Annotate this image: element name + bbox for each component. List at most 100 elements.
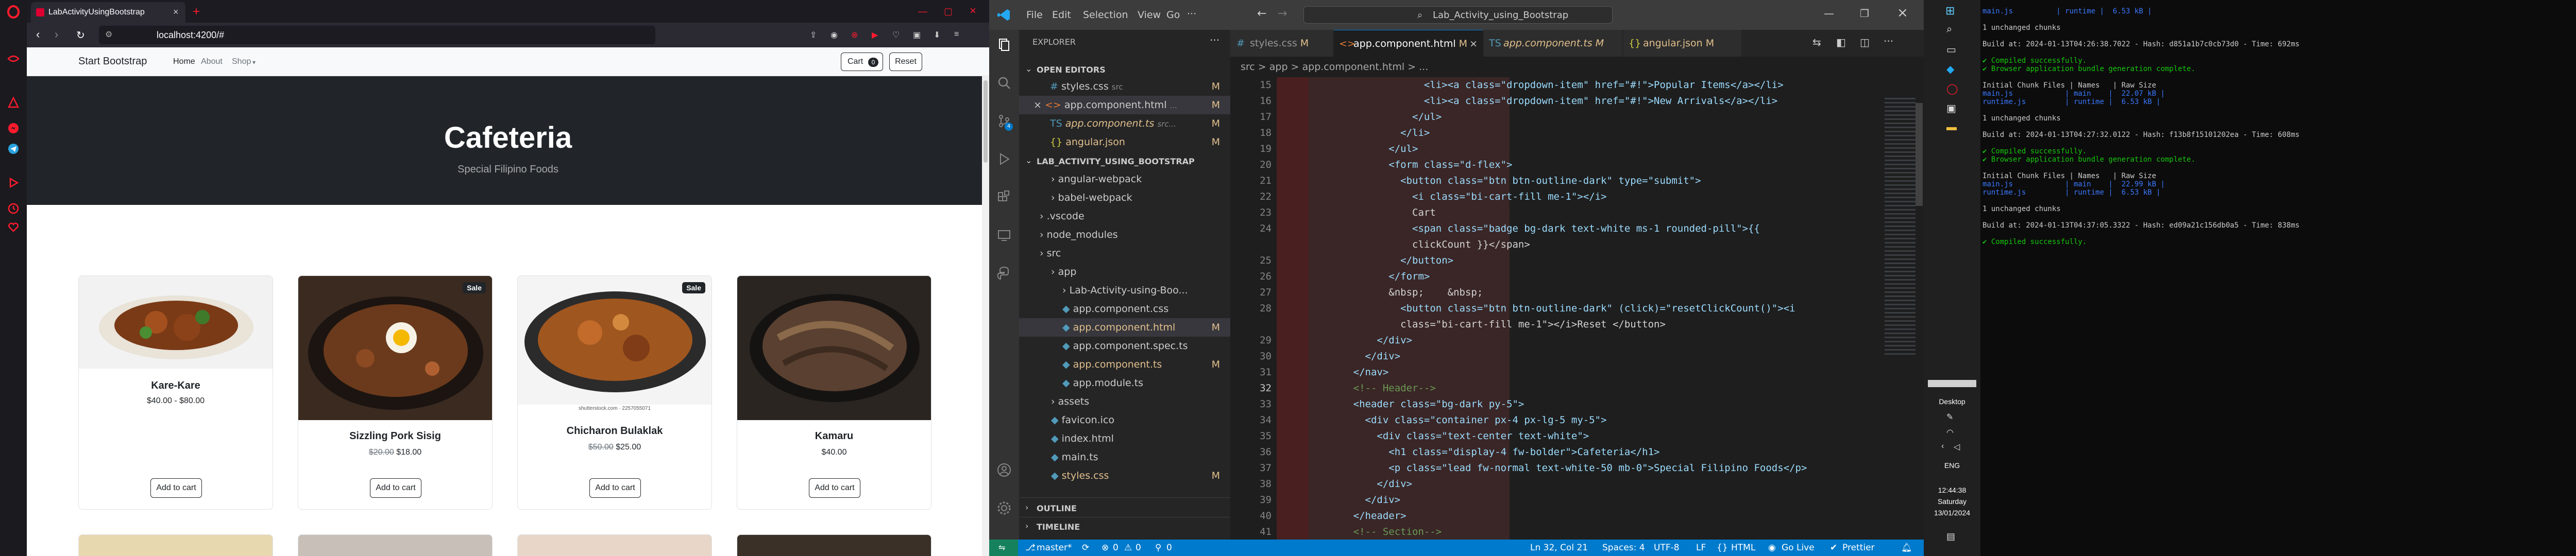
wifi-icon[interactable]: ◠ [1946,427,1954,438]
scrollbar-thumb[interactable] [984,80,988,163]
tab-app-component-ts[interactable]: TS app.component.ts M [1484,30,1623,57]
python-icon[interactable] [996,266,1012,281]
snapshot-icon[interactable]: ◉ [831,30,838,40]
outline-chevron-icon[interactable]: › [1025,502,1028,512]
warning-count[interactable]: 0 [1136,540,1141,556]
prettier[interactable]: Prettier [1842,540,1875,556]
open-editor-item[interactable]: # styles.css src M [1019,77,1230,96]
page-scrollbar[interactable] [982,76,989,556]
minimize-icon[interactable]: — [918,6,927,17]
forward-icon[interactable]: › [55,28,58,41]
tree-item[interactable]: › .vscode [1019,207,1230,225]
nav-forward-icon[interactable]: → [1278,7,1287,20]
tree-item[interactable]: ◆ main.ts [1019,448,1230,466]
notification-center-icon[interactable]: ▤ [1946,531,1955,542]
site-info-icon[interactable]: ⚙ [105,29,112,40]
history-icon[interactable] [7,202,20,215]
close-tab-icon[interactable]: × [1469,30,1478,57]
editor-more-icon[interactable]: ··· [1884,35,1893,47]
pen-icon[interactable]: ✎ [1946,412,1953,422]
run-debug-icon[interactable] [996,151,1012,167]
add-to-cart-button[interactable]: Add to cart [589,478,641,498]
tree-item[interactable]: › angular-webpack [1019,170,1230,188]
error-count[interactable]: 0 [1113,540,1118,556]
search-taskbar-icon[interactable]: ⌕ [1946,24,1952,36]
tree-item[interactable]: ◆ app.component.spec.ts [1019,337,1230,355]
vpn-icon[interactable]: ⊗ [851,30,858,40]
notifications-icon[interactable]: 🔔︎ [1901,540,1912,556]
close-editor-icon[interactable]: × [1033,99,1042,111]
tab-styles-css[interactable]: # styles.css M [1230,30,1333,57]
indentation[interactable]: Spaces: 4 [1602,540,1645,556]
tab-angular-json[interactable]: {} angular.json M [1623,30,1742,57]
open-editor-item[interactable]: {} angular.json M [1019,133,1230,151]
shop-dropdown-icon[interactable]: ▾ [252,59,256,66]
sync-icon[interactable]: ⟳ [1082,540,1089,556]
menu-file[interactable]: File [1026,9,1043,21]
close-window-icon[interactable]: × [970,4,976,18]
tree-item[interactable]: › src [1019,244,1230,263]
new-tab-icon[interactable]: + [193,5,200,19]
tree-item[interactable]: › node_modules [1019,225,1230,244]
breadcrumb[interactable]: src > app > app.component.html > ... [1230,57,1924,77]
tree-item[interactable]: ◆ app.component.css [1019,300,1230,318]
cursor-position[interactable]: Ln 32, Col 21 [1530,540,1588,556]
tree-item[interactable]: ◆ index.html [1019,429,1230,448]
download-icon[interactable]: ⬇ [934,30,940,40]
desktop-label[interactable]: Desktop [1924,397,1980,406]
tree-item[interactable]: ◆ app.module.ts [1019,374,1230,392]
terminal-taskbar-icon[interactable]: ▣ [1946,102,1956,115]
menu-selection[interactable]: Selection [1083,9,1128,21]
chevron-up-icon[interactable]: ‹ [1941,442,1944,451]
messenger-app-icon[interactable] [7,121,20,135]
explorer-icon[interactable] [996,37,1012,53]
remote-explorer-icon[interactable] [996,228,1012,243]
language-mode[interactable]: HTML [1731,540,1755,556]
menu-view[interactable]: View [1138,9,1161,21]
timeline-header[interactable]: TIMELINE [1037,522,1080,532]
menu-go[interactable]: Go [1166,9,1180,21]
task-view-icon[interactable]: ▭ [1946,43,1956,56]
clock-time[interactable]: 12:44:38 [1924,486,1980,494]
tree-item[interactable]: ◆ favicon.ico [1019,411,1230,429]
timeline-chevron-icon[interactable]: › [1025,521,1028,531]
nav-shop[interactable]: Shop [232,57,251,66]
editor-scrollbar-thumb[interactable] [1916,103,1923,206]
command-center[interactable]: ⌕ Lab_Activity_using_Bootstrap [1303,6,1613,24]
messenger-icon[interactable] [7,53,20,66]
close-tab-icon[interactable]: × [173,7,179,18]
tree-item[interactable]: ◆ app.component.ts M [1019,355,1230,374]
heart-icon[interactable] [7,220,20,234]
vscode-taskbar-icon[interactable]: ◆ [1946,63,1954,76]
tree-item[interactable]: ◆ app.component.html M [1019,318,1230,337]
tree-item[interactable]: › assets [1019,392,1230,411]
tree-item[interactable]: › Lab-Activity-using-Boo... [1019,281,1230,300]
maximize-icon[interactable]: ▢ [944,6,953,17]
player-icon[interactable] [7,176,20,189]
menu-more-icon[interactable]: ··· [1187,8,1196,20]
brand-link[interactable]: Start Bootstrap [78,56,147,67]
url-field[interactable]: ⚙ localhost:4200/# [99,26,655,44]
opera-taskbar-icon[interactable]: ◯ [1946,82,1958,95]
account-icon[interactable] [996,462,1012,478]
open-editors-chevron-icon[interactable]: ⌄ [1025,64,1032,74]
tree-item[interactable]: › babel-webpack [1019,188,1230,207]
split-editor-icon[interactable]: ◫ [1860,36,1870,48]
add-to-cart-button[interactable]: Add to cart [150,478,202,498]
code-editor[interactable]: 15 <li><a class="dropdown-item" href="#!… [1230,77,1924,540]
aria-icon[interactable] [7,96,20,109]
send-to-phone-icon[interactable]: ⇪ [810,30,817,40]
extensions-icon[interactable] [996,189,1012,205]
open-editor-item[interactable]: × <> app.component.html ... M [1019,96,1230,114]
opera-logo-icon[interactable] [7,5,20,19]
project-chevron-icon[interactable]: ⌄ [1025,155,1032,165]
reset-button[interactable]: Reset [889,53,922,71]
cart-button[interactable]: Cart 0 [841,53,883,71]
menu-edit[interactable]: Edit [1052,9,1071,21]
reload-icon[interactable]: ↻ [76,29,85,42]
tree-item[interactable]: ◆ styles.css M [1019,466,1230,485]
open-editors-header[interactable]: OPEN EDITORS [1037,65,1106,75]
go-live[interactable]: Go Live [1782,540,1815,556]
close-window-icon[interactable]: × [1897,5,1908,21]
settings-icon[interactable]: ≡ [954,30,959,39]
